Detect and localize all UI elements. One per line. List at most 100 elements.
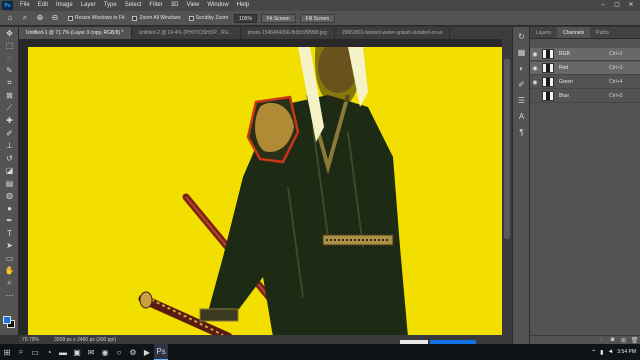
menu-image[interactable]: Image <box>52 0 77 11</box>
menu-layer[interactable]: Layer <box>77 0 100 11</box>
channel-row-green[interactable]: ◉ Green Ctrl+4 <box>530 76 640 89</box>
windows-start-icon[interactable]: ⊞ <box>0 344 14 360</box>
clone-stamp-tool-icon[interactable]: ⊥ <box>0 140 19 153</box>
history-brush-tool-icon[interactable]: ↺ <box>0 152 19 165</box>
store-icon[interactable]: ▣ <box>70 344 84 360</box>
menu-edit[interactable]: Edit <box>34 0 52 11</box>
zoom-level[interactable]: 70.79% <box>22 337 50 343</box>
clock[interactable]: 3:54 PM <box>617 349 636 355</box>
gradient-tool-icon[interactable]: ▤ <box>0 177 19 190</box>
paragraph-icon[interactable]: ¶ <box>513 125 530 139</box>
mail-icon[interactable]: ✉ <box>84 344 98 360</box>
foreground-color-swatch[interactable] <box>3 316 11 324</box>
zoom-in-icon[interactable]: ⊕ <box>35 13 45 23</box>
document-info: 3508 px x 2480 px (300 ppi) <box>54 336 116 343</box>
time: 3:54 PM <box>617 349 636 355</box>
menu-help[interactable]: Help <box>233 0 253 11</box>
chevron-up-icon[interactable]: ⌃ <box>591 349 596 356</box>
zoom-tool-icon[interactable]: ⌕ <box>0 277 19 290</box>
rectangle-tool-icon[interactable]: ▭ <box>0 252 19 265</box>
dodge-tool-icon[interactable]: ● <box>0 202 19 215</box>
visibility-eye-icon[interactable]: ◉ <box>530 51 540 58</box>
zoom-all-windows-checkbox[interactable]: Zoom All Windows <box>132 15 181 21</box>
network-icon[interactable]: ▮ <box>600 349 603 356</box>
save-selection-icon[interactable]: ◙ <box>607 337 618 343</box>
crop-tool-icon[interactable]: ⌗ <box>0 77 19 90</box>
zoom-tool-icon[interactable]: ⌕ <box>20 13 30 23</box>
tab-layers[interactable]: Layers <box>530 27 557 38</box>
history-icon[interactable]: ↻ <box>513 29 530 43</box>
photoshop-taskbar-icon[interactable]: Ps <box>154 344 168 360</box>
menu-type[interactable]: Type <box>100 0 121 11</box>
tab-photo[interactable]: photo-1546484396-fb3fc6f95f98.jpg <box>241 27 335 39</box>
task-view-icon[interactable]: ▭ <box>28 344 42 360</box>
tab-paths[interactable]: Paths <box>590 27 615 38</box>
opera-icon[interactable]: ○ <box>112 344 126 360</box>
new-channel-icon[interactable]: ⊞ <box>618 337 629 344</box>
document-canvas[interactable] <box>28 47 502 337</box>
edge-icon[interactable]: ◔ <box>42 344 56 360</box>
path-select-tool-icon[interactable]: ➤ <box>0 240 19 253</box>
zoom-out-icon[interactable]: ⊖ <box>50 13 60 23</box>
windows-taskbar: ⊞ ⌕ ▭ ◔ ▬ ▣ ✉ ◉ ○ ⚙ ▶ Ps ⌃ ▮ ◄ 3:54 PM <box>0 344 640 360</box>
maximize-icon[interactable]: ▢ <box>610 0 624 11</box>
hand-tool-icon[interactable]: ✋ <box>0 265 19 278</box>
media-icon[interactable]: ▶ <box>140 344 154 360</box>
tab-untitled-1[interactable]: Untitled-1 @ 71.7% (Layer 3 copy, RGB/8)… <box>19 27 132 39</box>
menu-view[interactable]: View <box>182 0 203 11</box>
visibility-eye-icon[interactable]: ◉ <box>530 79 540 86</box>
move-tool-icon[interactable]: ✥ <box>0 27 19 40</box>
type-tool-icon[interactable]: T <box>0 227 19 240</box>
volume-icon[interactable]: ◄ <box>607 349 613 355</box>
chrome-icon[interactable]: ◉ <box>98 344 112 360</box>
properties-icon[interactable]: ▦ <box>513 45 530 59</box>
tab-water-splash[interactable]: 29652811-twisted-water-splash-isolated-o… <box>335 27 451 39</box>
scrubby-zoom-checkbox[interactable]: Scrubby Zoom <box>188 15 228 21</box>
pen-tool-icon[interactable]: ✒ <box>0 215 19 228</box>
frame-tool-icon[interactable]: ⊠ <box>0 90 19 103</box>
channel-thumbnail <box>542 77 554 87</box>
blur-tool-icon[interactable]: ◍ <box>0 190 19 203</box>
quick-select-tool-icon[interactable]: ✎ <box>0 65 19 78</box>
lasso-tool-icon[interactable]: ◌ <box>0 52 19 65</box>
panel-footer: ◌ ◙ ⊞ 🗑 <box>530 335 640 344</box>
file-explorer-icon[interactable]: ▬ <box>56 344 70 360</box>
channel-row-red[interactable]: ◉ Red Ctrl+3 <box>530 62 640 75</box>
brush-settings-icon[interactable]: ✐ <box>513 77 530 91</box>
zoom-value-field[interactable]: 100% <box>234 13 257 23</box>
sliders-icon[interactable]: ☰ <box>513 93 530 107</box>
more-tools-icon[interactable]: ⋯ <box>0 290 19 303</box>
marquee-tool-icon[interactable]: ⬚ <box>0 40 19 53</box>
vertical-scrollbar[interactable] <box>502 39 512 335</box>
close-icon[interactable]: ✕ <box>624 0 638 11</box>
home-icon[interactable]: ⌂ <box>5 13 15 23</box>
load-selection-icon[interactable]: ◌ <box>596 337 607 343</box>
channel-row-blue[interactable]: Blue Ctrl+5 <box>530 90 640 103</box>
document-tabs: Untitled-1 @ 71.7% (Layer 3 copy, RGB/8)… <box>19 27 512 39</box>
channel-thumbnail <box>542 49 554 59</box>
eyedropper-tool-icon[interactable]: ⟋ <box>0 102 19 115</box>
menu-window[interactable]: Window <box>203 0 232 11</box>
minimize-icon[interactable]: – <box>596 0 610 11</box>
visibility-eye-icon[interactable]: ◉ <box>530 65 540 72</box>
scrollbar-thumb[interactable] <box>504 59 510 239</box>
tab-channels[interactable]: Channels <box>557 27 591 38</box>
resize-windows-checkbox[interactable]: Resize Windows to Fit <box>68 15 124 21</box>
search-icon[interactable]: ⌕ <box>14 344 28 360</box>
delete-channel-icon[interactable]: 🗑 <box>629 337 640 344</box>
tab-untitled-2[interactable]: Untitled-2 @ 24.4% (PHOTOSHOP , RG... <box>132 27 241 39</box>
menu-filter[interactable]: Filter <box>145 0 166 11</box>
menu-3d[interactable]: 3D <box>167 0 183 11</box>
robe-body <box>208 95 408 337</box>
character-icon[interactable]: A <box>513 109 530 123</box>
adjustments-icon[interactable]: ◐ <box>513 61 530 75</box>
healing-brush-tool-icon[interactable]: ✚ <box>0 115 19 128</box>
channel-row-rgb[interactable]: ◉ RGB Ctrl+2 <box>530 48 640 61</box>
menu-file[interactable]: File <box>16 0 34 11</box>
fill-screen-button[interactable]: Fill Screen <box>299 13 336 23</box>
menu-select[interactable]: Select <box>121 0 146 11</box>
fit-screen-button[interactable]: Fit Screen <box>260 13 296 23</box>
eraser-tool-icon[interactable]: ◪ <box>0 165 19 178</box>
settings-icon[interactable]: ⚙ <box>126 344 140 360</box>
brush-tool-icon[interactable]: ✐ <box>0 127 19 140</box>
